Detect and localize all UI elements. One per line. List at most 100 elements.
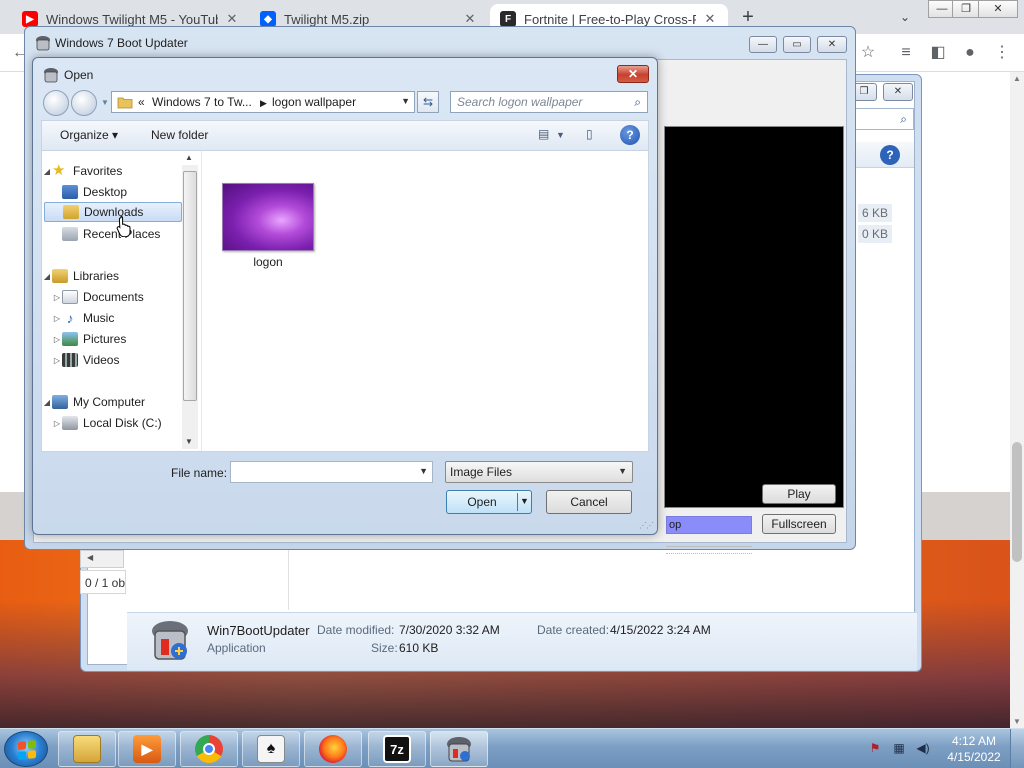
cancel-button[interactable]: Cancel (546, 490, 632, 514)
bookmark-star-icon[interactable]: ☆ (856, 41, 880, 65)
close-window-icon[interactable]: ✕ (978, 0, 1018, 18)
nav-videos[interactable]: ▷ Videos (52, 350, 180, 370)
search-placeholder: Search logon wallpaper (457, 95, 583, 109)
clock-time[interactable]: 4:12 AM (946, 734, 1002, 748)
system-tray: ⚑ ▦ ◀) (862, 737, 942, 761)
page-scrollbar[interactable]: ▲ ▼ (1010, 72, 1024, 728)
image-thumbnail (222, 183, 314, 251)
hard-drive-icon (62, 416, 78, 430)
nav-my-computer[interactable]: ◢ My Computer (42, 392, 180, 412)
close-icon[interactable]: ✕ (817, 36, 847, 53)
chrome-icon (195, 735, 223, 763)
volume-icon[interactable]: ◀) (916, 741, 930, 755)
taskbar-firefox[interactable] (304, 731, 362, 767)
chevron-down-icon[interactable]: ▼ (401, 96, 410, 106)
taskbar-7zip[interactable]: 7z (368, 731, 426, 767)
expand-icon[interactable]: ▷ (52, 293, 62, 302)
organize-button[interactable]: Organize ▾ (60, 128, 118, 142)
nav-favorites[interactable]: ◢ ★ Favorites (42, 161, 180, 181)
help-icon[interactable]: ? (620, 125, 640, 145)
nav-libraries[interactable]: ◢ Libraries (42, 266, 180, 286)
fullscreen-button[interactable]: Fullscreen (762, 514, 836, 534)
action-center-flag-icon[interactable]: ⚑ (868, 741, 882, 755)
close-icon[interactable]: ✕ (462, 11, 478, 27)
taskbar-solitaire[interactable]: ♠ (242, 731, 300, 767)
scroll-down-icon[interactable]: ▼ (1013, 717, 1021, 726)
nav-desktop[interactable]: Desktop (62, 182, 180, 202)
clock-date[interactable]: 4/15/2022 (946, 750, 1002, 764)
resize-grip-icon[interactable]: ⋰⋰ (639, 521, 654, 530)
restore-icon[interactable]: ❐ (952, 0, 980, 18)
forward-button[interactable] (71, 90, 97, 116)
videos-icon (62, 353, 78, 367)
seek-track[interactable] (666, 546, 752, 554)
nav-documents[interactable]: ▷ Documents (52, 287, 180, 307)
taskbar-explorer[interactable] (58, 731, 116, 767)
preview-pane-icon[interactable]: ▯ (586, 127, 593, 141)
scroll-down-icon[interactable]: ▼ (185, 437, 193, 446)
scrollbar-thumb[interactable] (1012, 442, 1022, 562)
open-button[interactable]: Open ▼ (446, 490, 532, 514)
taskbar-media-player[interactable]: ▶ (118, 731, 176, 767)
nav-pictures[interactable]: ▷ Pictures (52, 329, 180, 349)
reading-list-icon[interactable]: ≡ (894, 41, 918, 65)
close-icon[interactable]: ✕ (702, 11, 718, 27)
file-type-select[interactable]: Image Files ▼ (445, 461, 633, 483)
breadcrumb-segment[interactable]: Windows 7 to Tw... (152, 95, 252, 109)
chevron-down-icon[interactable]: ▼ (618, 466, 627, 476)
menu-icon[interactable]: ⋮ (990, 41, 1014, 65)
close-icon[interactable]: ✕ (617, 65, 649, 83)
chevron-down-icon[interactable]: ▼ (556, 130, 565, 140)
breadcrumb-segment[interactable]: logon wallpaper (272, 95, 356, 109)
expand-icon[interactable]: ▷ (52, 356, 62, 365)
help-icon[interactable]: ? (880, 145, 900, 165)
music-note-icon: ♪ (66, 310, 74, 326)
chevron-down-icon[interactable]: ▼ (520, 496, 529, 506)
nav-label: Music (83, 311, 115, 325)
taskbar-chrome[interactable] (180, 731, 238, 767)
nav-label: Pictures (83, 332, 127, 346)
breadcrumb-overflow[interactable]: « (138, 95, 145, 109)
address-bar[interactable]: « Windows 7 to Tw... ▶ logon wallpaper ▼ (111, 91, 415, 113)
side-panel-icon[interactable]: ◧ (926, 41, 950, 65)
scroll-left-icon[interactable]: ◀ (87, 553, 93, 562)
expand-icon[interactable]: ▷ (52, 335, 62, 344)
close-icon[interactable]: ✕ (883, 83, 913, 101)
file-item[interactable]: logon (222, 183, 314, 273)
collapse-icon[interactable]: ◢ (42, 272, 52, 281)
file-name-input[interactable]: ▼ (230, 461, 433, 483)
scrollbar-thumb[interactable] (183, 171, 197, 401)
chevron-down-icon[interactable]: ▼ (419, 466, 428, 476)
scroll-up-icon[interactable]: ▲ (185, 153, 193, 162)
breadcrumb-chevron-icon[interactable]: ▶ (260, 98, 267, 109)
nav-local-disk[interactable]: ▷ Local Disk (C:) (52, 413, 180, 433)
show-desktop-button[interactable] (1010, 729, 1024, 768)
horizontal-scrollbar[interactable]: ◀ (80, 550, 124, 568)
start-button[interactable] (4, 731, 48, 767)
date-created-label: Date created: (537, 623, 610, 637)
profile-icon[interactable]: ● (958, 41, 982, 65)
dialog-toolbar: Organize ▾ New folder ▤ ▼ ▯ ? (41, 120, 649, 150)
tab-search-icon[interactable]: ⌄ (894, 7, 916, 27)
taskbar-boot-updater[interactable] (430, 731, 488, 767)
close-icon[interactable]: ✕ (224, 11, 240, 27)
play-button[interactable]: Play (762, 484, 836, 504)
collapse-icon[interactable]: ◢ (42, 167, 52, 176)
back-button[interactable] (43, 90, 69, 116)
maximize-icon[interactable]: ▭ (783, 36, 811, 53)
search-input[interactable]: Search logon wallpaper ⌕ (450, 91, 648, 113)
nav-downloads[interactable]: Downloads (44, 202, 182, 222)
star-icon: ★ (52, 162, 66, 179)
new-folder-button[interactable]: New folder (151, 128, 208, 142)
expand-icon[interactable]: ▷ (52, 314, 62, 323)
refresh-icon[interactable]: ⇆ (417, 91, 439, 113)
collapse-icon[interactable]: ◢ (42, 398, 52, 407)
nav-pane-scrollbar[interactable]: ▲ ▼ (182, 153, 198, 449)
view-options-icon[interactable]: ▤ (538, 127, 549, 141)
nav-music[interactable]: ▷ ♪ Music (52, 308, 180, 328)
minimize-icon[interactable]: — (749, 36, 777, 53)
scroll-up-icon[interactable]: ▲ (1013, 74, 1021, 83)
network-icon[interactable]: ▦ (892, 741, 906, 755)
recent-pages-dropdown-icon[interactable]: ▼ (101, 98, 109, 107)
expand-icon[interactable]: ▷ (52, 419, 62, 428)
